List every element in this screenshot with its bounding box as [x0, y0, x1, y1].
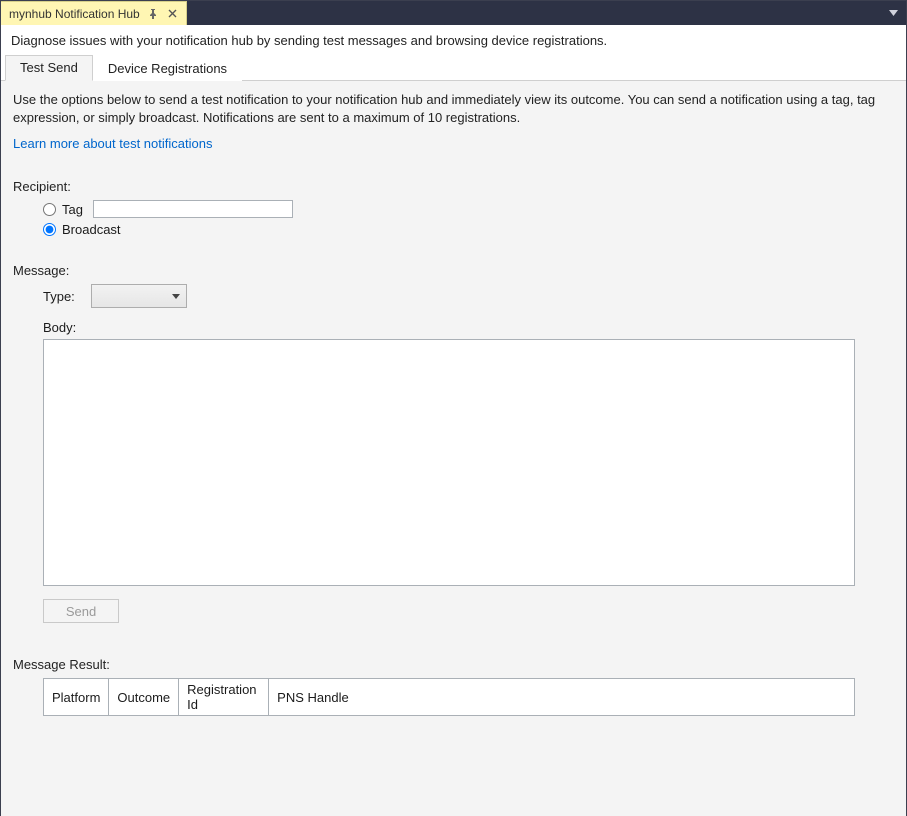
- learn-more-link[interactable]: Learn more about test notifications: [13, 136, 212, 151]
- result-label: Message Result:: [13, 657, 894, 672]
- tag-input[interactable]: [93, 200, 293, 218]
- content-area: Diagnose issues with your notification h…: [1, 25, 906, 816]
- recipient-broadcast-radio[interactable]: [43, 223, 56, 236]
- result-table: Platform Outcome Registration Id PNS Han…: [43, 678, 855, 716]
- recipient-section: Recipient: Tag Broadcast: [13, 179, 894, 237]
- document-tab-title: mynhub Notification Hub: [9, 7, 140, 21]
- message-section: Message: Type: Body: Send: [13, 263, 894, 623]
- recipient-tag-radio[interactable]: [43, 203, 56, 216]
- message-label: Message:: [13, 263, 894, 278]
- recipient-tag-label: Tag: [62, 202, 83, 217]
- document-tab[interactable]: mynhub Notification Hub: [1, 1, 187, 25]
- col-registration-id[interactable]: Registration Id: [179, 679, 269, 716]
- type-row: Type:: [43, 284, 894, 308]
- recipient-label: Recipient:: [13, 179, 894, 194]
- body-textarea[interactable]: [43, 339, 855, 586]
- title-bar: mynhub Notification Hub: [1, 1, 906, 25]
- pin-icon[interactable]: [146, 7, 160, 21]
- recipient-tag-row[interactable]: Tag: [43, 200, 894, 218]
- body-label: Body:: [43, 320, 83, 335]
- tab-test-send[interactable]: Test Send: [5, 55, 93, 81]
- result-header-row: Platform Outcome Registration Id PNS Han…: [44, 679, 855, 716]
- tab-device-registrations[interactable]: Device Registrations: [93, 56, 242, 81]
- test-send-panel: Use the options below to send a test not…: [1, 81, 906, 816]
- col-outcome[interactable]: Outcome: [109, 679, 179, 716]
- inner-tab-strip: Test Send Device Registrations: [1, 54, 906, 81]
- type-label: Type:: [43, 289, 83, 304]
- intro-text: Use the options below to send a test not…: [13, 91, 894, 126]
- close-icon[interactable]: [166, 7, 180, 21]
- recipient-broadcast-row[interactable]: Broadcast: [43, 222, 894, 237]
- recipient-broadcast-label: Broadcast: [62, 222, 121, 237]
- diagnose-description: Diagnose issues with your notification h…: [1, 25, 906, 54]
- col-platform[interactable]: Platform: [44, 679, 109, 716]
- send-button[interactable]: Send: [43, 599, 119, 623]
- window-menu-dropdown-icon[interactable]: [884, 1, 902, 25]
- result-section: Message Result: Platform Outcome Registr…: [13, 657, 894, 716]
- col-pns-handle[interactable]: PNS Handle: [269, 679, 855, 716]
- body-label-row: Body:: [43, 320, 894, 335]
- type-select[interactable]: [91, 284, 187, 308]
